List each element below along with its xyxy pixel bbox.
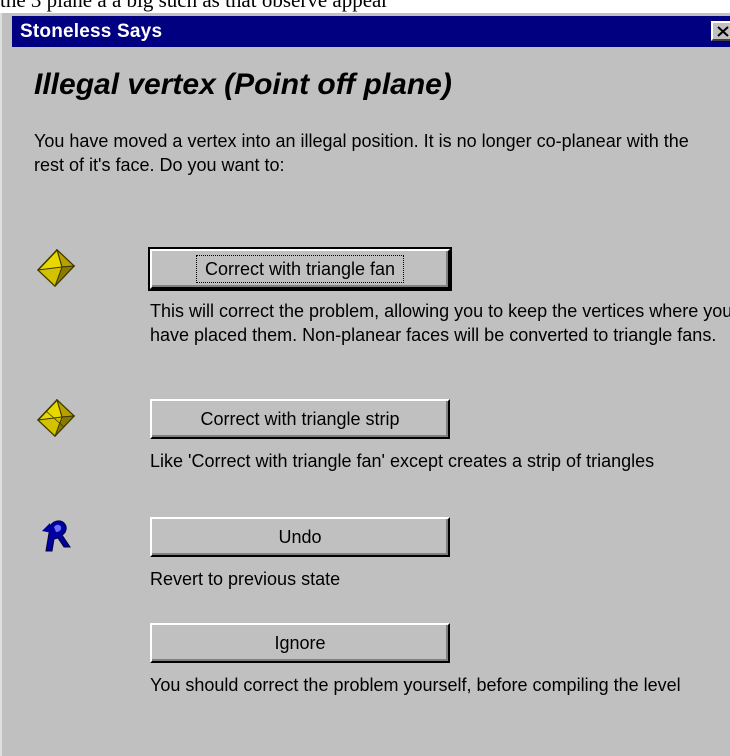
- undo-arrow-icon: [42, 520, 71, 552]
- partial-background-text: the 3 plane a a big such as that observe…: [0, 0, 389, 12]
- intro-text: You have moved a vertex into an illegal …: [34, 131, 689, 175]
- message-dialog: Stoneless Says Illegal vertex (Point off…: [0, 13, 730, 756]
- ignore-button[interactable]: Ignore: [150, 623, 450, 663]
- correct-triangle-strip-button[interactable]: Correct with triangle strip: [150, 399, 450, 439]
- button-label: Correct with triangle fan: [195, 255, 405, 283]
- dialog-heading: Illegal vertex (Point off plane): [34, 68, 452, 101]
- polyhedron-fan-icon: [36, 249, 76, 287]
- correct-triangle-fan-button[interactable]: Correct with triangle fan: [148, 247, 452, 291]
- window-title: Stoneless Says: [20, 21, 163, 42]
- triangle-fan-description: This will correct the problem, allowing …: [150, 301, 730, 345]
- close-button[interactable]: [711, 21, 730, 41]
- undo-description: Revert to previous state: [150, 569, 341, 589]
- close-icon: [717, 26, 729, 37]
- polyhedron-strip-icon: [36, 399, 76, 437]
- triangle-strip-description: Like 'Correct with triangle fan' except …: [150, 451, 655, 471]
- ignore-description: You should correct the problem yourself,…: [150, 675, 681, 695]
- title-bar[interactable]: Stoneless Says: [12, 16, 730, 47]
- undo-button[interactable]: Undo: [150, 517, 450, 557]
